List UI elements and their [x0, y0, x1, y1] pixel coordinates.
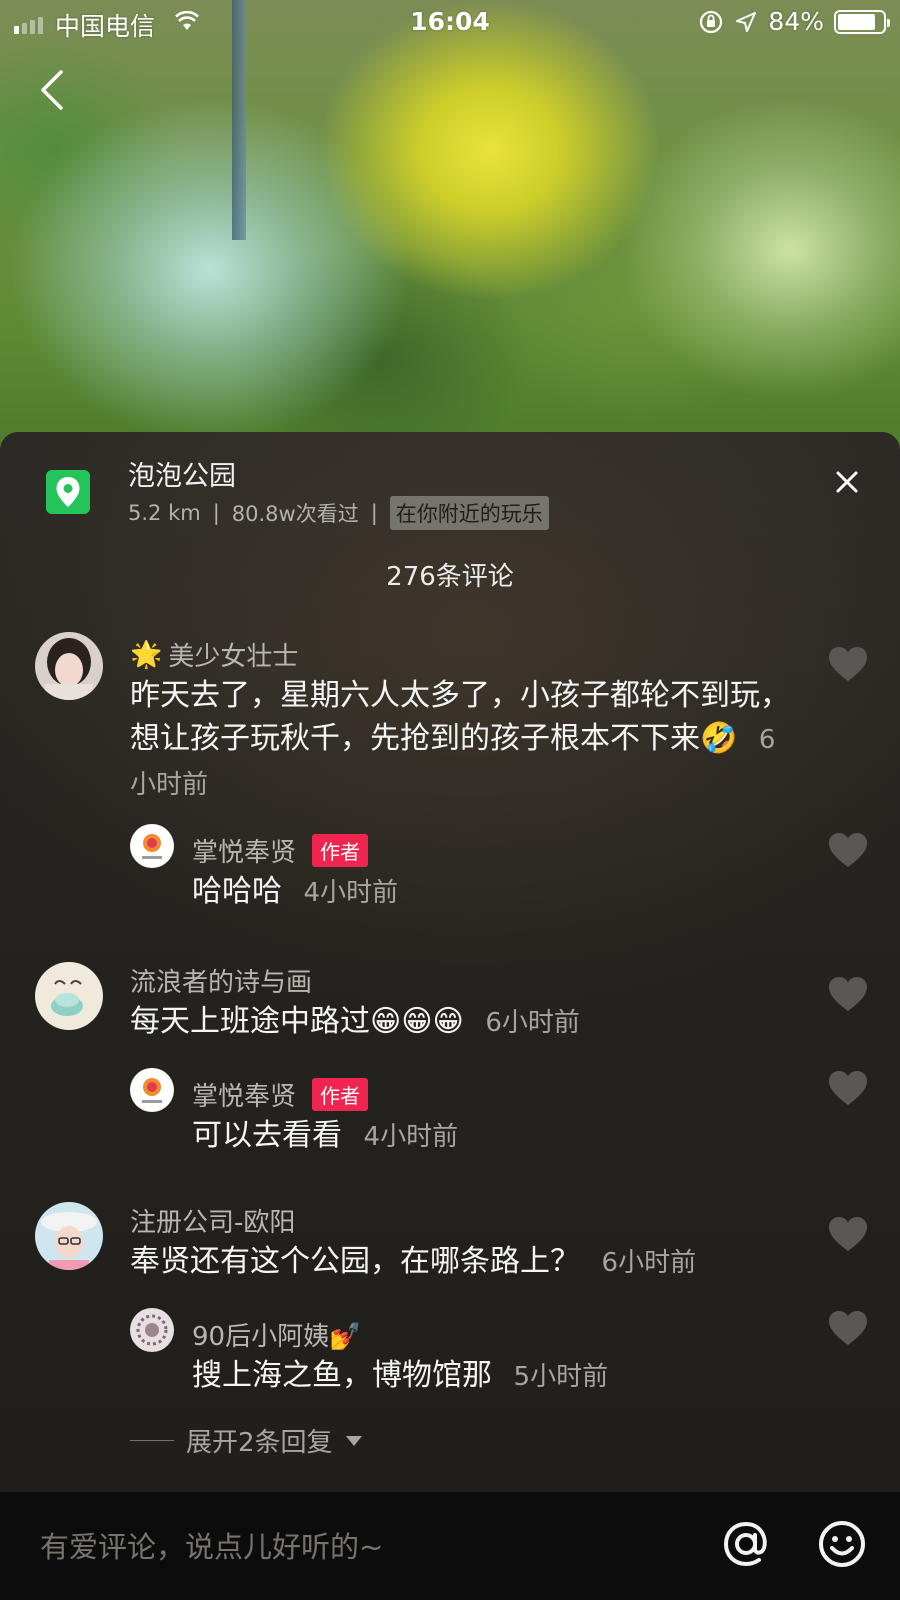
emoji-button[interactable]	[812, 1514, 872, 1574]
comment-body: 昨天去了，星期六人太多了，小孩子都轮不到玩，想让孩子玩秋千，先抢到的孩子根本不下…	[130, 678, 790, 756]
username-text: 流浪者的诗与画	[130, 968, 313, 998]
reply-body: 哈哈哈	[192, 874, 282, 909]
heart-icon	[829, 1311, 867, 1345]
reply-avatar[interactable]	[130, 1068, 174, 1112]
comment-input-bar: 有爱评论，说点儿好听的~	[0, 1492, 900, 1600]
heart-icon	[829, 1217, 867, 1251]
like-button[interactable]	[826, 830, 870, 870]
place-views: 80.8w次看过	[231, 502, 359, 526]
comment-text[interactable]: 每天上班途中路过😁😁😁 6小时前	[130, 1000, 790, 1045]
reply-username[interactable]: 掌悦奉贤 作者	[192, 832, 369, 869]
star-emoji: 🌟	[130, 639, 163, 670]
location-arrow-icon	[736, 11, 757, 32]
like-button[interactable]	[826, 1308, 870, 1348]
meta-separator: |	[212, 501, 220, 525]
reply-body: 搜上海之鱼，博物馆那	[192, 1358, 492, 1393]
author-badge: 作者	[312, 834, 369, 867]
place-tag[interactable]: 在你附近的玩乐	[389, 496, 549, 530]
heart-icon	[829, 1071, 867, 1105]
reply-text[interactable]: 可以去看看 4小时前	[192, 1114, 458, 1159]
expand-replies-label: 展开2条回复	[186, 1428, 333, 1458]
battery-fill	[838, 13, 875, 30]
comment-username[interactable]: 注册公司-欧阳	[130, 1202, 295, 1239]
place-header[interactable]: 泡泡公园 5.2 km | 80.8w次看过 | 在你附近的玩乐	[0, 432, 900, 542]
comment-username[interactable]: 🌟 美少女壮士	[130, 636, 298, 673]
comment-body: 奉贤还有这个公园，在哪条路上？	[130, 1244, 580, 1279]
place-distance: 5.2 km	[128, 501, 201, 525]
username-text: 90后小阿姨💅	[192, 1322, 362, 1352]
username-text: 掌悦奉贤	[192, 838, 297, 868]
like-button[interactable]	[826, 1068, 870, 1108]
comment-text[interactable]: 奉贤还有这个公园，在哪条路上？ 6小时前	[130, 1240, 790, 1285]
place-meta: 5.2 km | 80.8w次看过 | 在你附近的玩乐	[128, 496, 549, 530]
avatar[interactable]	[35, 1202, 103, 1270]
reply-text[interactable]: 搜上海之鱼，博物馆那 5小时前	[192, 1354, 608, 1399]
battery-icon	[834, 9, 890, 34]
video-background[interactable]	[0, 0, 900, 460]
reply-username[interactable]: 90后小阿姨💅	[192, 1316, 361, 1353]
reply-text[interactable]: 哈哈哈 4小时前	[192, 870, 398, 915]
at-icon	[723, 1521, 767, 1567]
like-button[interactable]	[826, 644, 870, 684]
reply-username[interactable]: 掌悦奉贤 作者	[192, 1076, 369, 1113]
back-button[interactable]	[30, 68, 74, 112]
like-button[interactable]	[826, 1214, 870, 1254]
comment-time: 6小时前	[485, 1008, 580, 1038]
avatar[interactable]	[35, 962, 103, 1030]
meta-separator: |	[370, 501, 378, 525]
emoji-icon	[819, 1521, 865, 1567]
heart-icon	[829, 647, 867, 681]
reply-avatar[interactable]	[130, 824, 174, 868]
username-text: 美少女壮士	[168, 642, 299, 672]
battery-percent: 84%	[768, 7, 824, 36]
divider-line	[130, 1440, 174, 1441]
close-button[interactable]	[825, 460, 869, 504]
comment-sheet: 泡泡公园 5.2 km | 80.8w次看过 | 在你附近的玩乐 276条评论 …	[0, 432, 900, 1600]
heart-icon	[829, 833, 867, 867]
at-button[interactable]	[716, 1514, 776, 1574]
comment-username[interactable]: 流浪者的诗与画	[130, 962, 312, 999]
back-arrow-icon	[41, 70, 63, 110]
heart-icon	[829, 977, 867, 1011]
expand-replies-button[interactable]: 展开2条回复	[130, 1422, 363, 1459]
reply-avatar[interactable]	[130, 1308, 174, 1352]
reply-time: 4小时前	[303, 878, 399, 908]
rotation-lock-icon	[700, 10, 723, 33]
username-text: 掌悦奉贤	[192, 1082, 297, 1112]
close-icon	[836, 471, 858, 493]
reply-time: 4小时前	[363, 1122, 459, 1152]
comment-time: 6小时前	[601, 1248, 697, 1278]
reply-time: 5小时前	[513, 1362, 609, 1392]
status-bar: 中国电信 16:04 84%	[0, 0, 900, 44]
place-name: 泡泡公园	[128, 461, 236, 492]
reply-body: 可以去看看	[192, 1118, 342, 1153]
expand-arrow-icon	[345, 1435, 362, 1446]
avatar[interactable]	[35, 632, 103, 700]
comment-count: 276条评论	[386, 562, 514, 592]
comment-text[interactable]: 昨天去了，星期六人太多了，小孩子都轮不到玩，想让孩子玩秋千，先抢到的孩子根本不下…	[130, 674, 790, 807]
username-text: 注册公司-欧阳	[130, 1208, 296, 1238]
comment-input[interactable]: 有爱评论，说点儿好听的~	[40, 1524, 383, 1566]
status-right-group: 84%	[698, 7, 890, 36]
comment-body: 每天上班途中路过😁😁😁	[130, 1004, 464, 1039]
like-button[interactable]	[826, 974, 870, 1014]
author-badge: 作者	[312, 1078, 369, 1111]
location-pin-icon	[46, 470, 90, 514]
